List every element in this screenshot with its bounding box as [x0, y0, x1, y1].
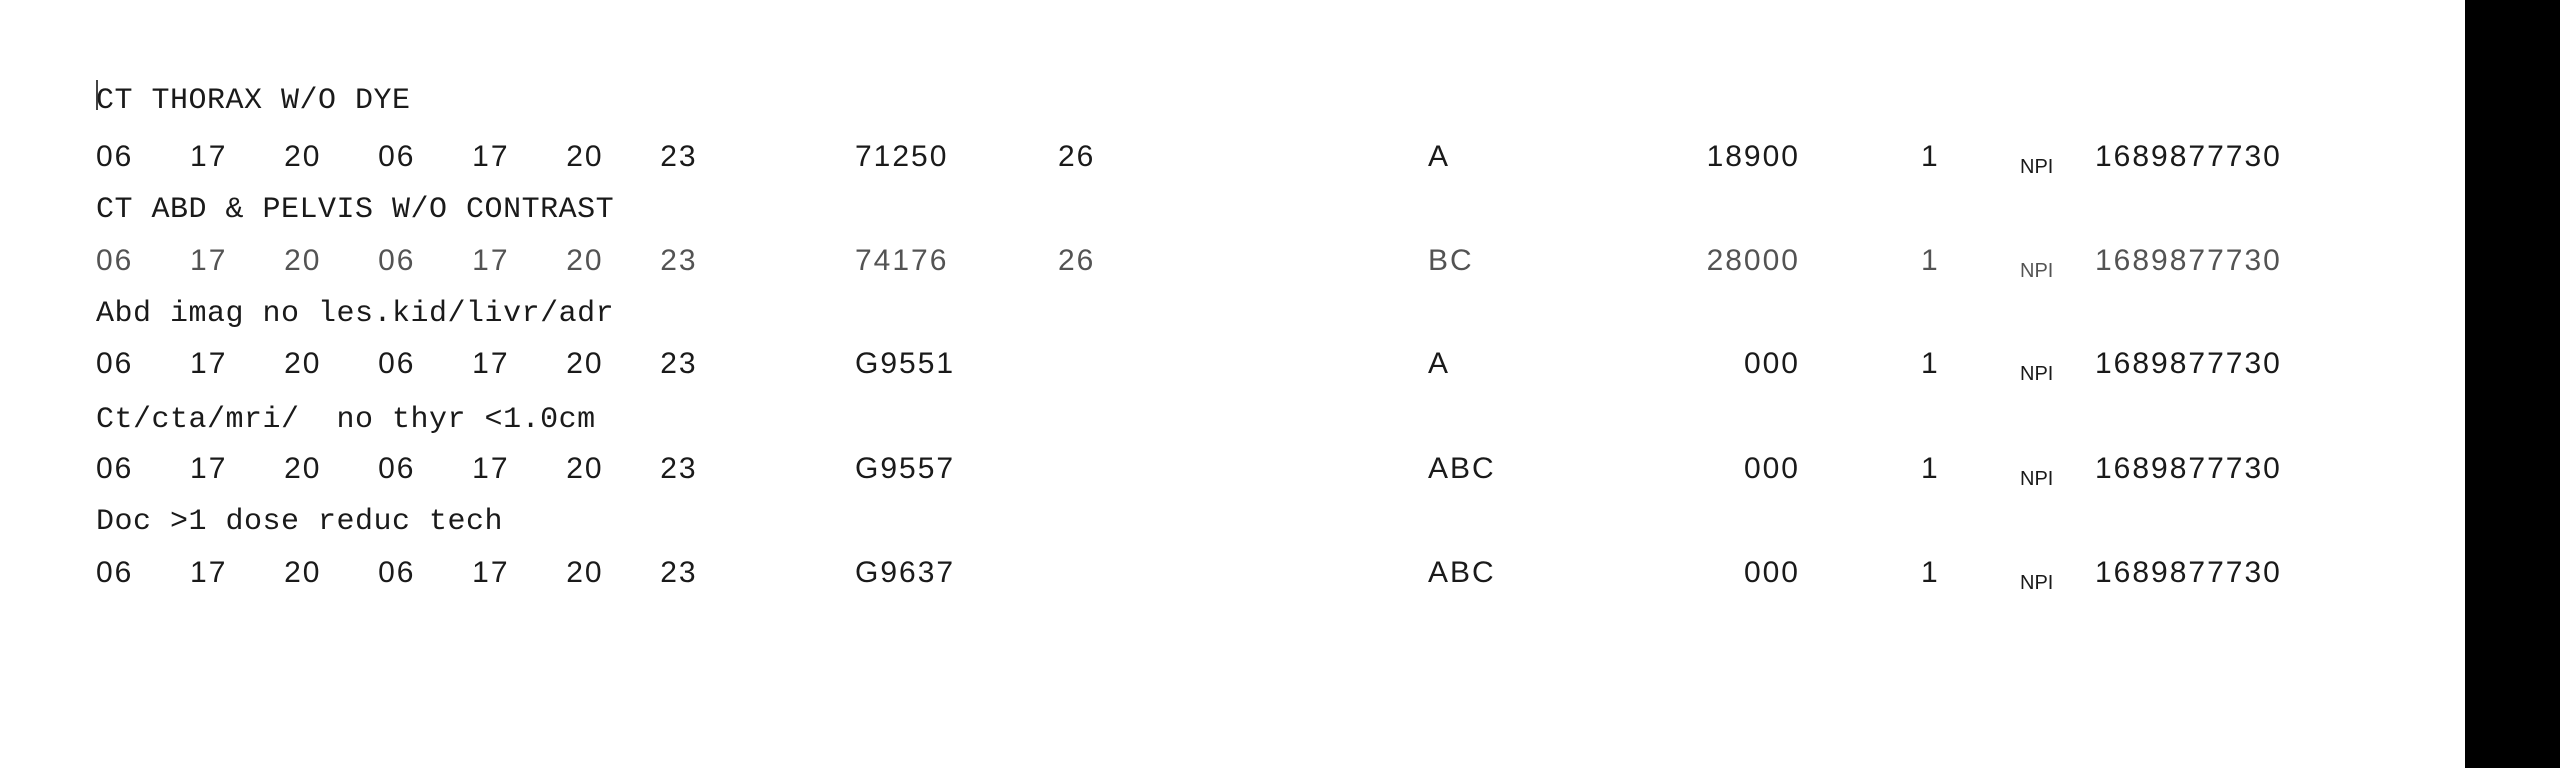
service-description: Abd imag no les.kid/livr/adr: [96, 297, 615, 331]
charges: 000: [1743, 452, 1800, 485]
id-qualifier: NPI: [2020, 363, 2054, 385]
diagnosis-pointer: ABC: [1428, 452, 1496, 485]
diagnosis-pointer: ABC: [1428, 556, 1496, 589]
service-dates: 06 17 20 06 17 20 23: [96, 244, 698, 277]
diagnosis-pointer: A: [1428, 347, 1451, 380]
scan-edge-bar: [2465, 0, 2560, 768]
procedure-code: G9637: [855, 556, 956, 589]
claim-form-service-lines: CT THORAX W/O DYE 06 17 20 06 17 20 23 7…: [0, 0, 2560, 768]
diagnosis-pointer: A: [1428, 140, 1451, 173]
units: 1: [1921, 244, 1940, 277]
charges: 000: [1743, 347, 1800, 380]
id-qualifier: NPI: [2020, 156, 2054, 178]
service-description: Ct/cta/mri/ no thyr <1.0cm: [96, 403, 596, 437]
service-dates: 06 17 20 06 17 20 23: [96, 347, 698, 380]
charges: 000: [1743, 556, 1800, 589]
units: 1: [1921, 452, 1940, 485]
diagnosis-pointer: BC: [1428, 244, 1474, 277]
service-description: CT THORAX W/O DYE: [96, 84, 411, 118]
procedure-code: 71250: [855, 140, 949, 173]
units: 1: [1921, 140, 1940, 173]
procedure-modifier: 26: [1058, 140, 1096, 173]
charges: 28000: [1706, 244, 1800, 277]
id-qualifier: NPI: [2020, 468, 2054, 490]
rendering-provider-npi: 1689877730: [2095, 347, 2282, 380]
service-line: 06 17 20 06 17 20 23 71250 26 A 18900 1 …: [0, 140, 2465, 178]
procedure-code: 74176: [855, 244, 949, 277]
units: 1: [1921, 556, 1940, 589]
service-line: 06 17 20 06 17 20 23 G9551 A 000 1 NPI 1…: [0, 347, 2465, 385]
procedure-modifier: 26: [1058, 244, 1096, 277]
service-description: Doc >1 dose reduc tech: [96, 505, 504, 539]
service-line: 06 17 20 06 17 20 23 74176 26 BC 28000 1…: [0, 244, 2465, 282]
service-description: CT ABD & PELVIS W/O CONTRAST: [96, 193, 615, 227]
rendering-provider-npi: 1689877730: [2095, 140, 2282, 173]
rendering-provider-npi: 1689877730: [2095, 244, 2282, 277]
procedure-code: G9551: [855, 347, 956, 380]
procedure-code: G9557: [855, 452, 956, 485]
id-qualifier: NPI: [2020, 260, 2054, 282]
id-qualifier: NPI: [2020, 572, 2054, 594]
service-dates: 06 17 20 06 17 20 23: [96, 452, 698, 485]
service-dates: 06 17 20 06 17 20 23: [96, 556, 698, 589]
rendering-provider-npi: 1689877730: [2095, 556, 2282, 589]
units: 1: [1921, 347, 1940, 380]
service-dates: 06 17 20 06 17 20 23: [96, 140, 698, 173]
service-line: 06 17 20 06 17 20 23 G9557 ABC 000 1 NPI…: [0, 452, 2465, 490]
rendering-provider-npi: 1689877730: [2095, 452, 2282, 485]
charges: 18900: [1706, 140, 1800, 173]
service-line: 06 17 20 06 17 20 23 G9637 ABC 000 1 NPI…: [0, 556, 2465, 594]
